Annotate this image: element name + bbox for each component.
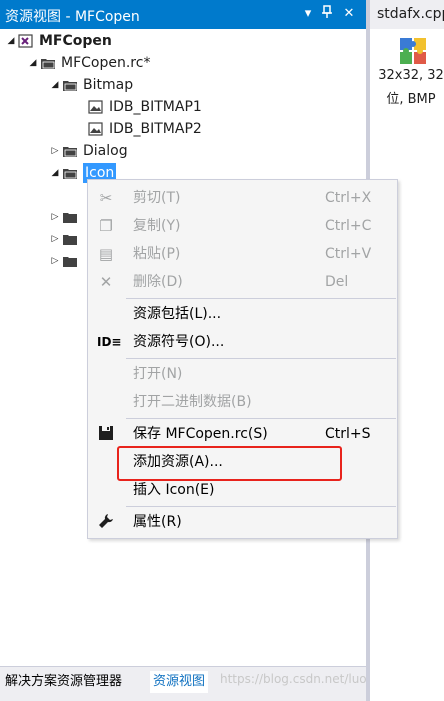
menu-item-delete[interactable]: ✕ 删除(D) Del: [88, 269, 397, 295]
menu-label-open: 打开(N): [133, 366, 183, 382]
delete-x-icon: ✕: [99, 273, 113, 291]
folder-icon: [62, 254, 78, 268]
collapse-arrow-icon[interactable]: ◢: [48, 168, 62, 178]
tree-label-rc-file: MFCopen.rc*: [61, 55, 151, 71]
menu-shortcut-cut: Ctrl+X: [325, 190, 372, 206]
tree-label-dialog: Dialog: [83, 143, 128, 159]
menu-separator: [126, 358, 396, 359]
tab-solution-explorer[interactable]: 解决方案资源管理器: [2, 671, 125, 693]
expand-arrow-icon[interactable]: ▷: [48, 234, 62, 244]
pin-icon[interactable]: [319, 5, 335, 23]
menu-separator: [126, 506, 396, 507]
menu-item-save[interactable]: 保存 MFCopen.rc(S) Ctrl+S: [88, 421, 397, 447]
image-format-text: 位, BMP: [386, 92, 436, 107]
collapse-arrow-icon[interactable]: ◢: [48, 80, 62, 90]
tree-label-bitmap: Bitmap: [83, 77, 134, 93]
folder-icon: [40, 56, 56, 70]
tree-label-idb-bitmap2: IDB_BITMAP2: [109, 121, 202, 137]
folder-icon: [62, 78, 78, 92]
tree-node-idb-bitmap1[interactable]: IDB_BITMAP1: [88, 96, 202, 118]
paste-icon: ▤: [98, 245, 114, 263]
tree-label-root: MFCopen: [39, 33, 112, 49]
expand-arrow-icon[interactable]: ▷: [48, 212, 62, 222]
expand-arrow-icon[interactable]: ▷: [48, 256, 62, 266]
folder-icon: [62, 232, 78, 246]
menu-label-paste: 粘贴(P): [133, 246, 181, 262]
chevron-down-icon[interactable]: ▾: [300, 5, 316, 23]
scissors-icon: ✂: [99, 189, 113, 207]
menu-item-resource-includes[interactable]: 资源包括(L)...: [88, 301, 397, 327]
tree-node-hidden-2[interactable]: ▷: [48, 228, 83, 250]
tree-node-hidden-1[interactable]: ▷: [48, 206, 83, 228]
tree-node-dialog[interactable]: ▷ Dialog: [48, 140, 128, 162]
context-menu: ✂ 剪切(T) Ctrl+X ❐ 复制(Y) Ctrl+C ▤ 粘贴(P) Ct…: [87, 179, 398, 539]
menu-label-resource-includes: 资源包括(L)...: [133, 306, 222, 322]
tree-node-root[interactable]: ◢ MFCopen: [4, 30, 112, 52]
wrench-icon: [97, 513, 115, 531]
expand-arrow-icon[interactable]: ▷: [48, 146, 62, 156]
image-size-text: 32x32, 32: [378, 68, 444, 83]
save-disk-icon: [97, 425, 115, 443]
tree-node-hidden-3[interactable]: ▷: [48, 250, 83, 272]
menu-shortcut-delete: Del: [325, 274, 349, 290]
menu-label-open-binary: 打开二进制数据(B): [133, 394, 252, 410]
copy-icon: ❐: [99, 217, 113, 235]
menu-label-delete: 删除(D): [133, 274, 183, 290]
collapse-arrow-icon[interactable]: ◢: [26, 58, 40, 68]
menu-separator: [126, 418, 396, 419]
folder-icon: [62, 210, 78, 224]
document-tab[interactable]: stdafx.cpp: [370, 0, 444, 29]
menu-item-cut[interactable]: ✂ 剪切(T) Ctrl+X: [88, 185, 397, 211]
tab-resource-view[interactable]: 资源视图: [150, 671, 209, 693]
menu-label-save: 保存 MFCopen.rc(S): [133, 426, 268, 442]
tree-label-idb-bitmap1: IDB_BITMAP1: [109, 99, 202, 115]
menu-item-open-binary[interactable]: 打开二进制数据(B): [88, 389, 397, 415]
menu-shortcut-paste: Ctrl+V: [325, 246, 372, 262]
menu-shortcut-save: Ctrl+S: [325, 426, 371, 442]
tree-node-bitmap[interactable]: ◢ Bitmap: [48, 74, 134, 96]
folder-icon: [62, 144, 78, 158]
highlight-box: [117, 446, 342, 481]
tree-node-rc-file[interactable]: ◢ MFCopen.rc*: [26, 52, 151, 74]
menu-item-paste[interactable]: ▤ 粘贴(P) Ctrl+V: [88, 241, 397, 267]
menu-item-resource-symbols[interactable]: ID≡ 资源符号(O)...: [88, 329, 397, 355]
tree-node-idb-bitmap2[interactable]: IDB_BITMAP2: [88, 118, 202, 140]
menu-label-cut: 剪切(T): [133, 190, 181, 206]
menu-label-properties: 属性(R): [133, 514, 182, 530]
menu-label-resource-symbols: 资源符号(O)...: [133, 334, 225, 350]
folder-icon: [62, 166, 78, 180]
menu-item-properties[interactable]: 属性(R): [88, 509, 397, 535]
collapse-arrow-icon[interactable]: ◢: [4, 36, 18, 46]
project-icon: [18, 34, 34, 48]
menu-separator: [126, 298, 396, 299]
image-icon: [88, 122, 104, 136]
menu-item-copy[interactable]: ❐ 复制(Y) Ctrl+C: [88, 213, 397, 239]
menu-shortcut-copy: Ctrl+C: [325, 218, 372, 234]
panel-title: 资源视图 - MFCopen: [5, 9, 140, 25]
menu-item-open[interactable]: 打开(N): [88, 361, 397, 387]
id-symbol-icon: ID≡: [97, 335, 122, 349]
menu-label-copy: 复制(Y): [133, 218, 181, 234]
panel-title-bar: 资源视图 - MFCopen ▾ ✕: [0, 0, 366, 29]
close-icon[interactable]: ✕: [341, 5, 357, 23]
image-icon: [88, 100, 104, 114]
puzzle-icon: [398, 36, 428, 66]
